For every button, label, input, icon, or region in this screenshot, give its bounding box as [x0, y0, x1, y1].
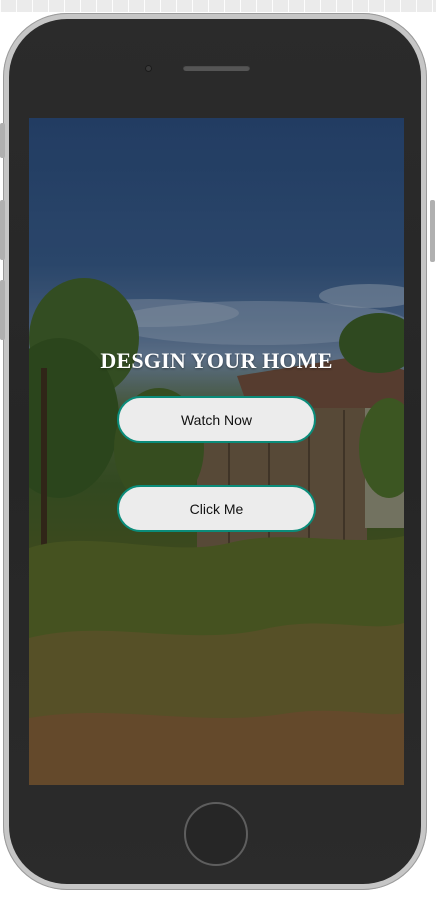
click-me-button[interactable]: Click Me [117, 485, 316, 532]
volume-down-button [0, 280, 5, 340]
phone-screen: DESGIN YOUR HOME Watch Now Click Me [29, 118, 404, 785]
earpiece-speaker-icon [183, 65, 250, 71]
front-camera-icon [145, 65, 152, 72]
watch-now-button[interactable]: Watch Now [117, 396, 316, 443]
volume-up-button [0, 200, 5, 260]
mute-switch [0, 123, 5, 158]
home-button-icon[interactable] [184, 802, 248, 866]
hero-title: DESGIN YOUR HOME [100, 348, 333, 373]
page-top-strip [0, 0, 436, 12]
power-button [430, 200, 435, 262]
image-dark-overlay [29, 118, 404, 785]
